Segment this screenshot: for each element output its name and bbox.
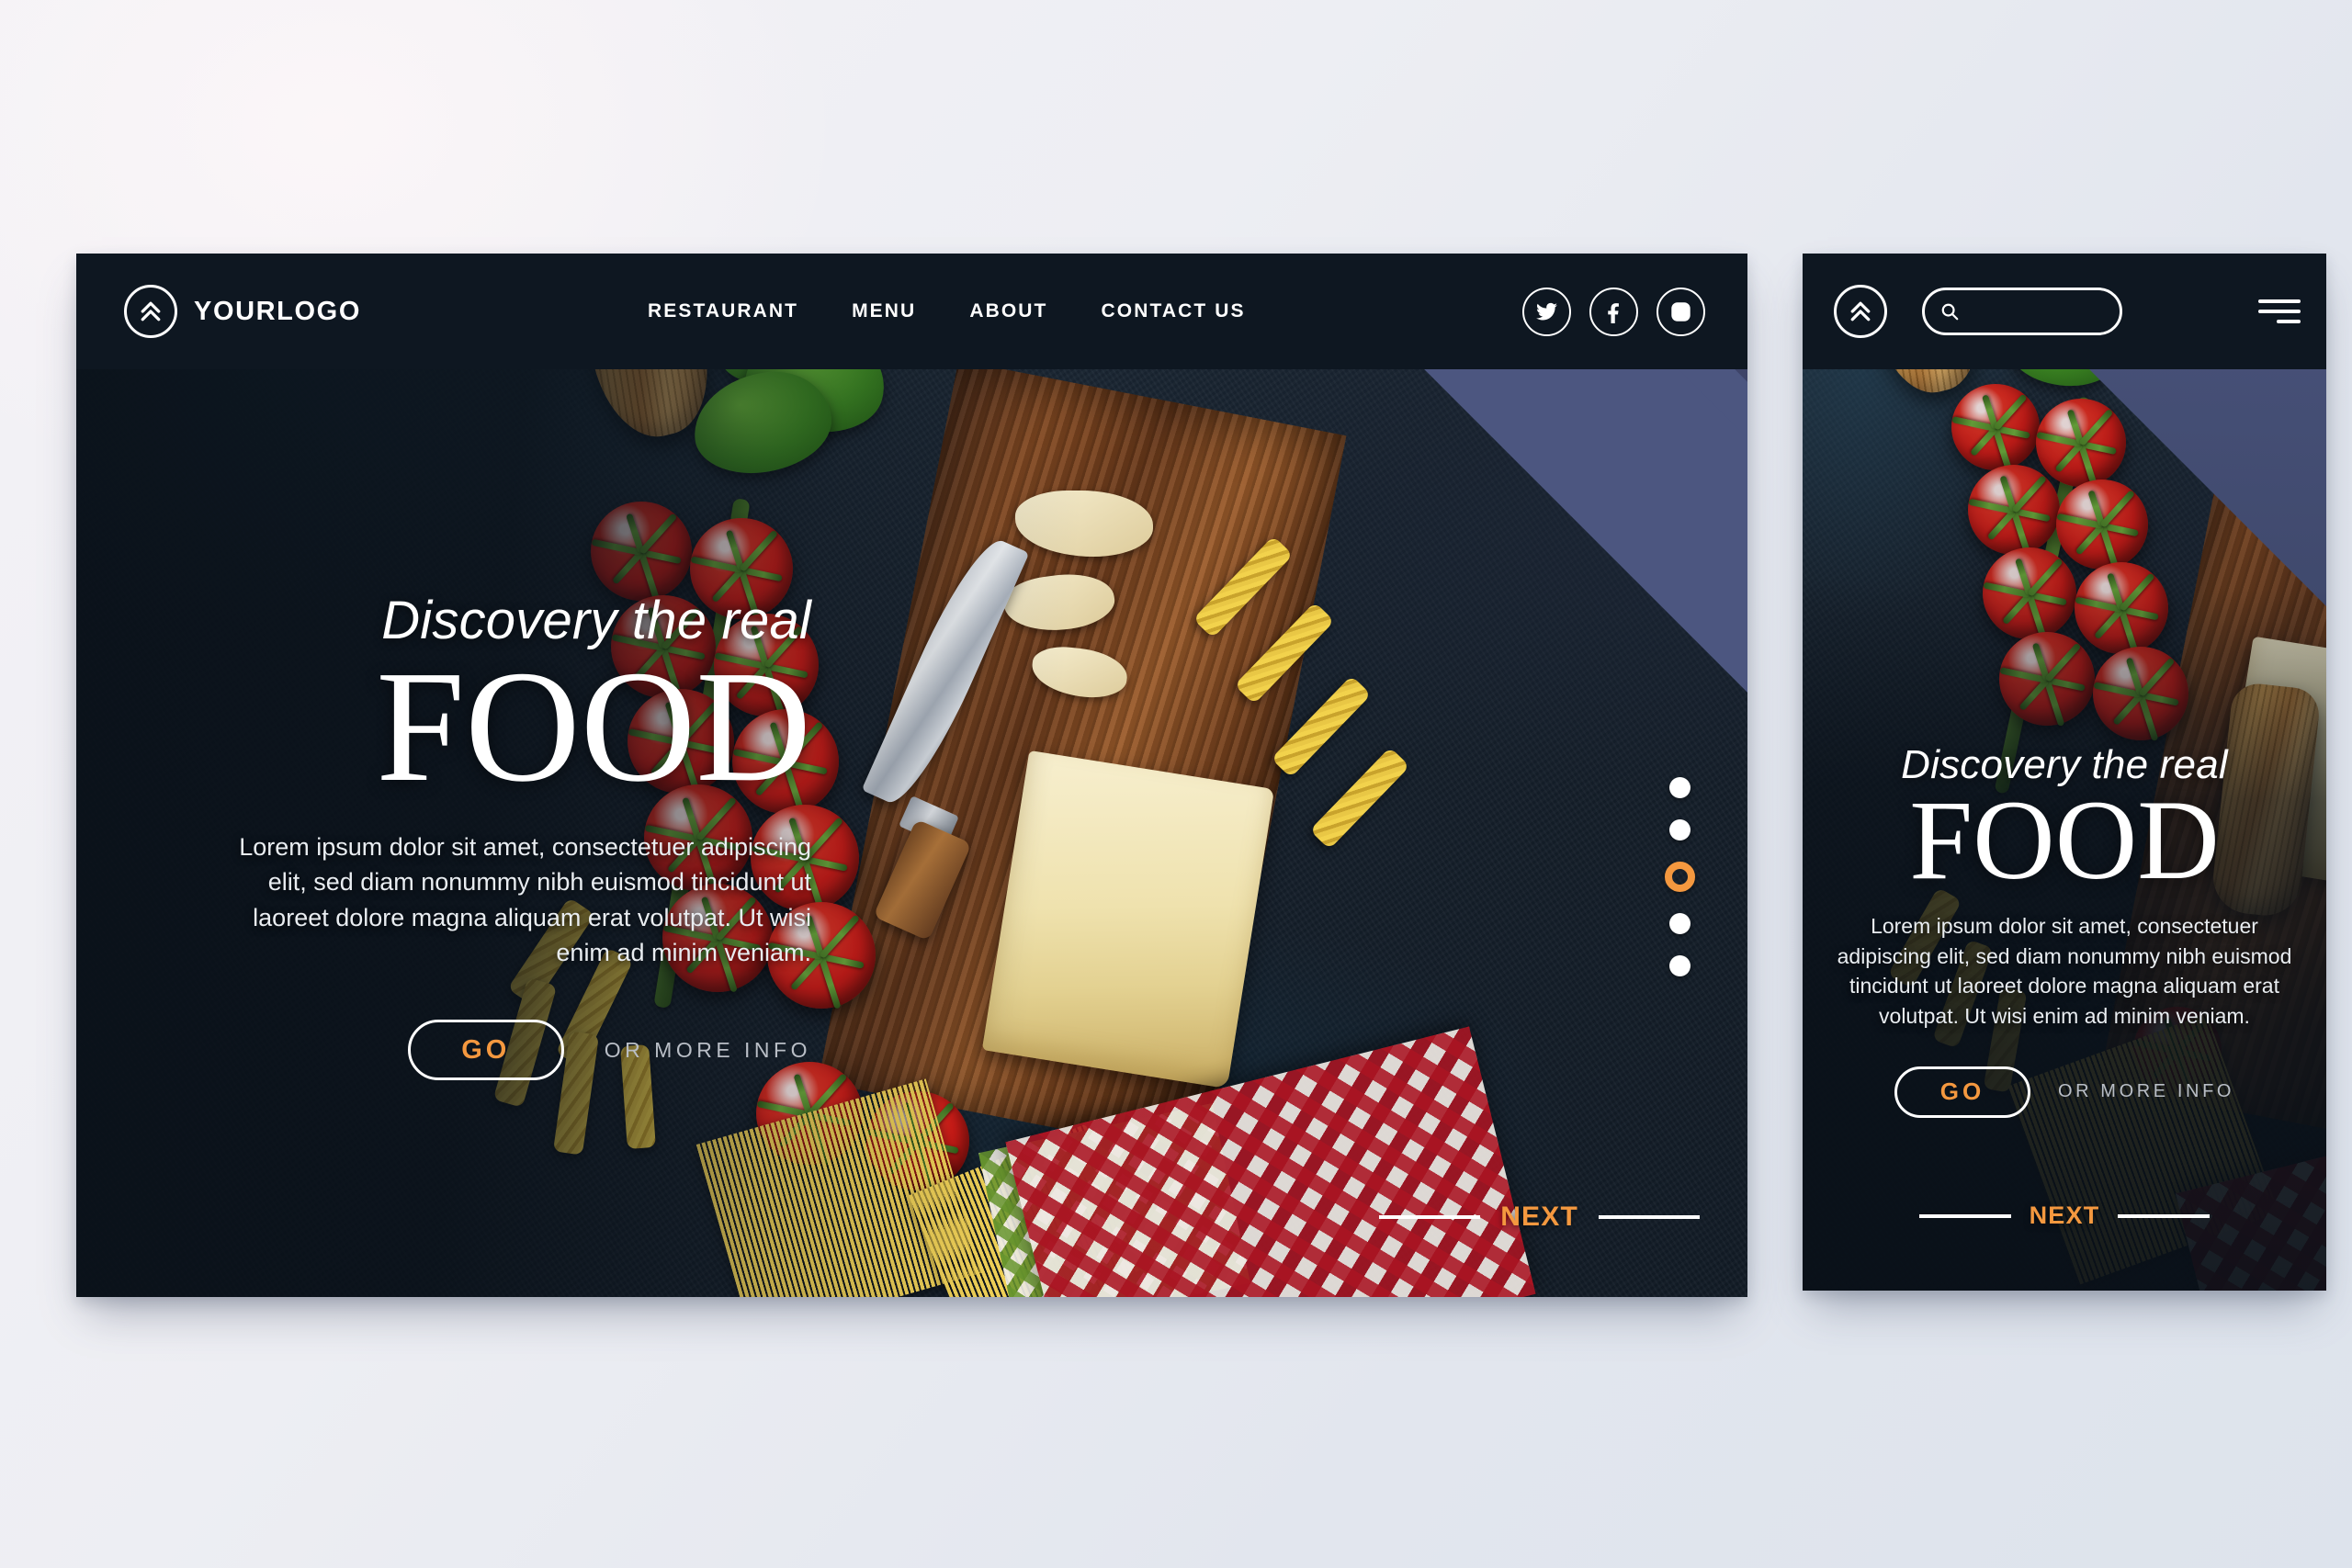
- search-input[interactable]: [1967, 304, 2107, 319]
- brand-logo[interactable]: YOURLOGO: [124, 285, 361, 338]
- twitter-icon[interactable]: [1522, 287, 1571, 336]
- mobile-hero-headline: FOOD: [1909, 777, 2220, 903]
- mobile-more-info-link[interactable]: OR MORE INFO: [2058, 1081, 2234, 1102]
- slider-dot-2[interactable]: [1669, 819, 1690, 840]
- instagram-icon[interactable]: [1657, 287, 1705, 336]
- social-links: [1522, 287, 1705, 336]
- go-button[interactable]: GO: [407, 1020, 564, 1081]
- slider-dot-4[interactable]: [1669, 913, 1690, 934]
- mobile-navbar: [1803, 254, 2326, 369]
- next-rule-left: [1379, 1215, 1481, 1219]
- slider-dot-3-active[interactable]: [1665, 862, 1695, 892]
- hero-blurb: Lorem ipsum dolor sit amet, consectetuer…: [239, 833, 811, 967]
- primary-nav: RESTAURANT MENU ABOUT CONTACT US: [648, 300, 1246, 322]
- mobile-slider-next-control[interactable]: NEXT: [1803, 1201, 2326, 1230]
- facebook-icon[interactable]: [1589, 287, 1638, 336]
- hamburger-line-1: [2258, 299, 2301, 303]
- hero-cta-row: GO OR MORE INFO: [214, 1020, 811, 1081]
- slider-dot-5[interactable]: [1669, 955, 1690, 976]
- search-field[interactable]: [1922, 288, 2122, 335]
- next-label: NEXT: [1500, 1201, 1578, 1232]
- double-chevron-up-icon[interactable]: [1834, 285, 1887, 338]
- hamburger-line-3: [2277, 320, 2301, 323]
- nav-link-about[interactable]: ABOUT: [969, 300, 1047, 322]
- nav-link-menu[interactable]: MENU: [852, 300, 916, 322]
- mobile-landing-page-card: Discovery the real FOOD Lorem ipsum dolo…: [1803, 254, 2326, 1291]
- search-icon: [1939, 301, 1960, 321]
- mobile-go-button[interactable]: GO: [1894, 1066, 2030, 1118]
- hero-copy-block: Discovery the real FOOD Lorem ipsum dolo…: [214, 590, 811, 1081]
- double-chevron-up-icon: [124, 285, 177, 338]
- mobile-hero-blurb: Lorem ipsum dolor sit amet, consectetuer…: [1837, 914, 2292, 1029]
- slider-next-control[interactable]: NEXT: [1379, 1201, 1700, 1233]
- next-rule-right: [1599, 1215, 1700, 1219]
- brand-name: YOURLOGO: [194, 296, 361, 326]
- mobile-next-rule-right: [2118, 1213, 2211, 1218]
- hamburger-menu-icon[interactable]: [2258, 299, 2301, 323]
- mobile-next-rule-left: [1918, 1213, 2011, 1218]
- mobile-hero-cta-row: GO OR MORE INFO: [1830, 1066, 2299, 1118]
- nav-link-contact-us[interactable]: CONTACT US: [1102, 300, 1246, 322]
- slider-dots: [1665, 777, 1695, 976]
- hamburger-line-2: [2258, 310, 2301, 313]
- desktop-navbar: YOURLOGO RESTAURANT MENU ABOUT CONTACT U…: [76, 254, 1747, 369]
- mobile-next-label: NEXT: [2029, 1201, 2100, 1229]
- nav-link-restaurant[interactable]: RESTAURANT: [648, 300, 798, 322]
- hero-headline: FOOD: [376, 637, 811, 815]
- desktop-landing-page-card: YOURLOGO RESTAURANT MENU ABOUT CONTACT U…: [76, 254, 1747, 1297]
- mobile-hero-copy-block: Discovery the real FOOD Lorem ipsum dolo…: [1830, 742, 2299, 1118]
- slider-dot-1[interactable]: [1669, 777, 1690, 798]
- more-info-link[interactable]: OR MORE INFO: [605, 1038, 811, 1063]
